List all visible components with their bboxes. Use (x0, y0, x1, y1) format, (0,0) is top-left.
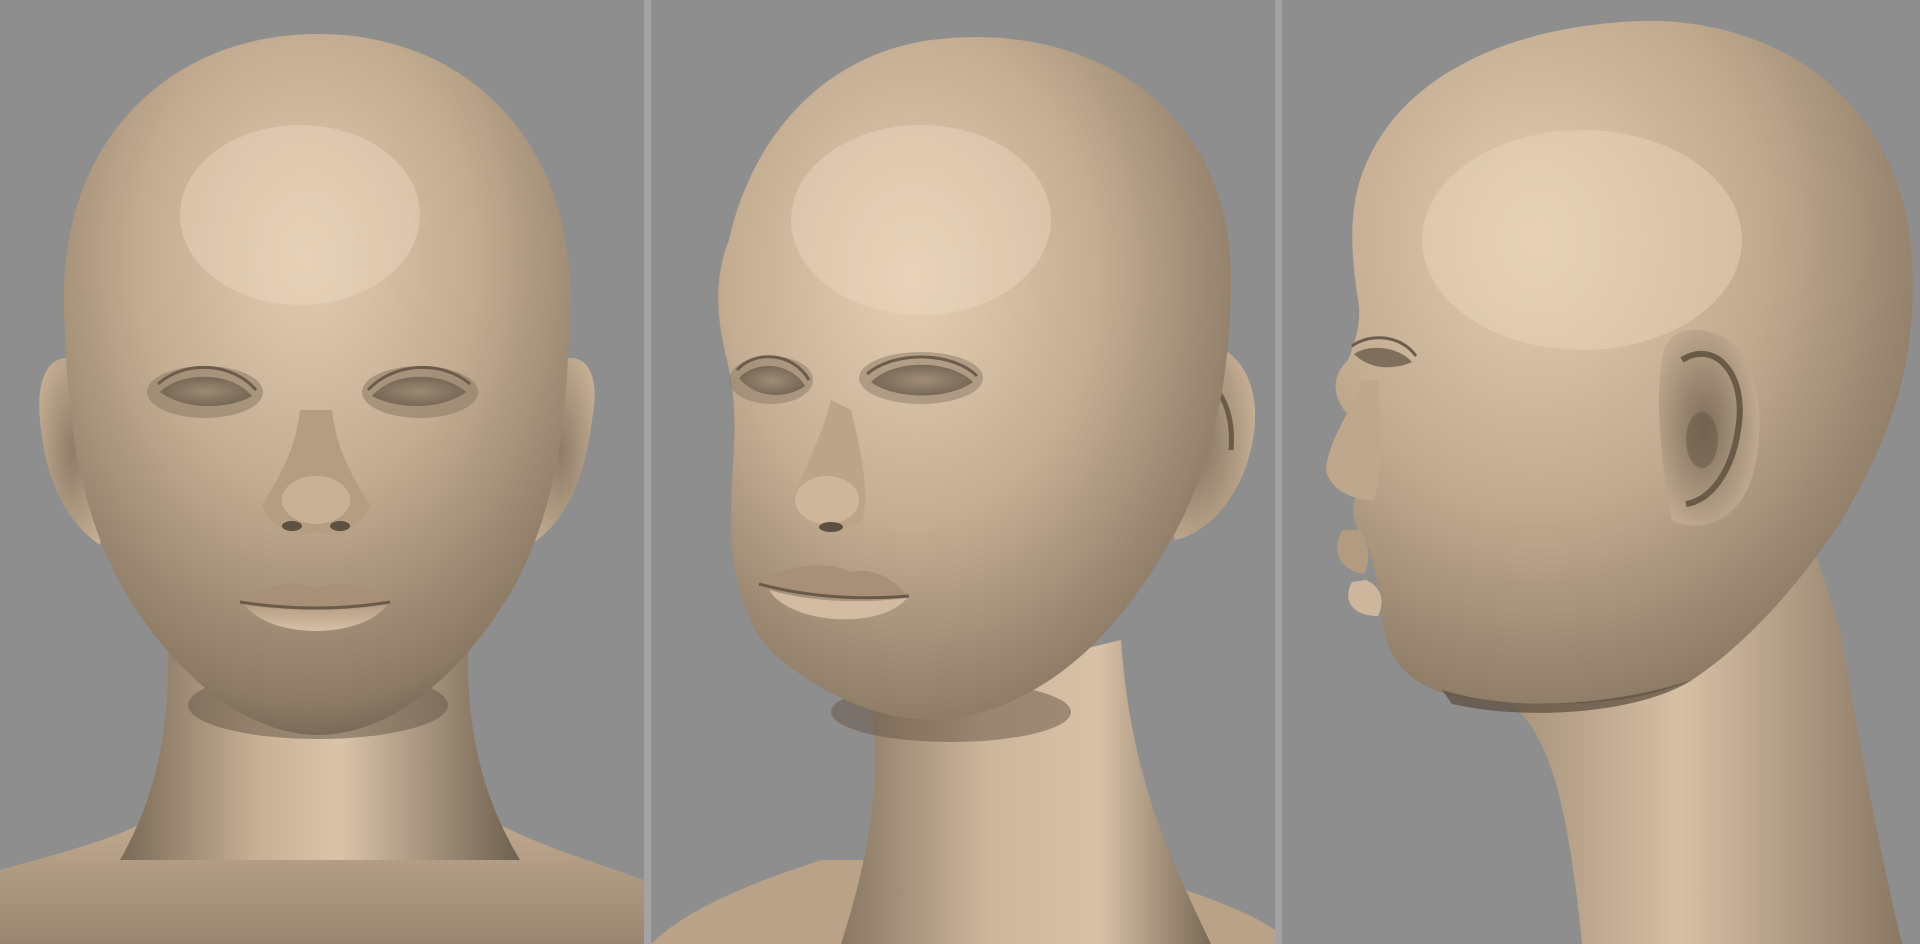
three-quarter-view-render (651, 37, 1275, 944)
profile-view-render (1326, 20, 1913, 944)
profile-view-panel (1282, 0, 1920, 944)
profile-upper-lip (1337, 530, 1369, 574)
front-view-panel (0, 0, 644, 944)
panel-divider-1 (644, 0, 651, 944)
three-quarter-view-panel (651, 0, 1275, 944)
front-view-render (0, 34, 644, 944)
sculpt-turnaround-stage (0, 0, 1920, 944)
profile-lower-lip (1348, 580, 1382, 616)
panel-divider-2 (1275, 0, 1282, 944)
